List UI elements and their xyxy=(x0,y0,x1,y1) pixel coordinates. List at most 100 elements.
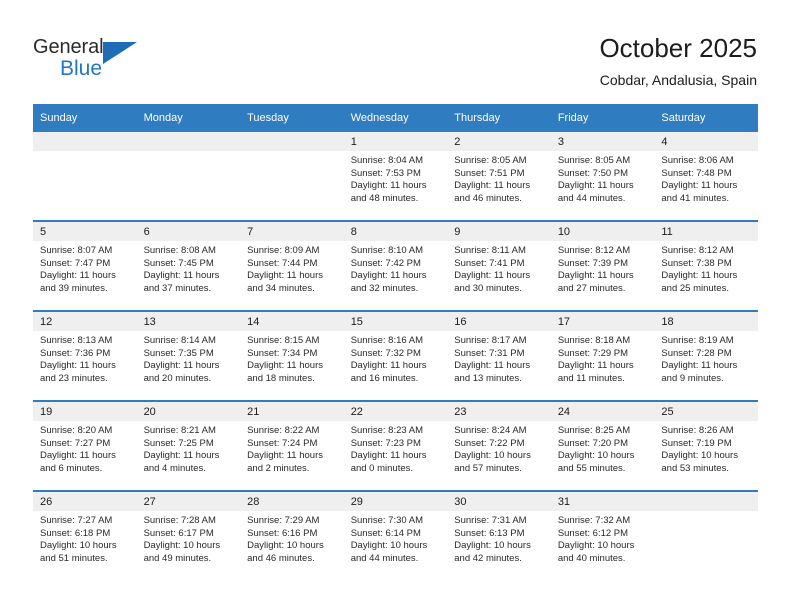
daylight-text: Daylight: 11 hours and 16 minutes. xyxy=(350,360,427,384)
daylight-text: Daylight: 10 hours and 40 minutes. xyxy=(557,540,635,564)
day-cell[interactable]: 7 Sunrise: 8:09 AM Sunset: 7:44 PM Daylight… xyxy=(240,220,344,311)
day-cell[interactable]: 14 Sunrise: 8:15 AM Sunset: 7:34 PM Dayligh… xyxy=(240,310,344,401)
day-number: 9 xyxy=(447,222,551,241)
sunset-text: Sunset: 7:20 PM xyxy=(557,437,629,449)
day-cell[interactable]: 6 Sunrise: 8:08 AM Sunset: 7:45 PM Daylight… xyxy=(136,220,241,311)
sunrise-text: Sunrise: 8:22 AM xyxy=(247,425,320,436)
day-cell[interactable]: 31 Sunrise: 7:32 AM Sunset: 6:12 PM Dayligh… xyxy=(550,490,655,580)
daylight-text: Daylight: 11 hours and 39 minutes. xyxy=(40,270,116,294)
day-cell[interactable]: 3 Sunrise: 8:05 AM Sunset: 7:50 PM Daylight… xyxy=(550,132,655,221)
day-number: 1 xyxy=(343,132,448,151)
day-cell[interactable]: 13 Sunrise: 8:14 AM Sunset: 7:35 PM Dayligh… xyxy=(136,310,241,401)
day-details: Sunrise: 8:12 AM Sunset: 7:39 PM Daylight:… xyxy=(551,241,655,295)
day-cell[interactable]: 16 Sunrise: 8:17 AM Sunset: 7:31 PM Dayligh… xyxy=(447,310,551,401)
sunrise-text: Sunrise: 8:15 AM xyxy=(247,335,320,346)
sunrise-text: Sunrise: 7:32 AM xyxy=(557,515,631,526)
day-cell-empty xyxy=(33,132,137,221)
sunrise-text: Sunrise: 7:29 AM xyxy=(247,515,320,526)
calendar-body: 1 Sunrise: 8:04 AM Sunset: 7:53 PM Daylight… xyxy=(33,132,758,580)
day-cell[interactable]: 28 Sunrise: 7:29 AM Sunset: 6:16 PM Dayligh… xyxy=(240,490,344,580)
daylight-text: Daylight: 11 hours and 18 minutes. xyxy=(247,360,323,384)
sunrise-text: Sunrise: 8:14 AM xyxy=(143,335,216,346)
day-details: Sunrise: 8:05 AM Sunset: 7:51 PM Daylight:… xyxy=(447,151,551,205)
calendar-week-row: 1 Sunrise: 8:04 AM Sunset: 7:53 PM Daylight… xyxy=(33,132,758,221)
day-details: Sunrise: 7:32 AM Sunset: 6:12 PM Daylight:… xyxy=(551,511,655,565)
daylight-text: Daylight: 11 hours and 46 minutes. xyxy=(454,180,531,204)
daylight-text: Daylight: 10 hours and 55 minutes. xyxy=(557,450,635,474)
day-number: 20 xyxy=(136,402,241,421)
sunrise-text: Sunrise: 8:20 AM xyxy=(40,425,113,436)
sunset-text: Sunset: 7:31 PM xyxy=(454,347,525,359)
sunset-text: Sunset: 7:41 PM xyxy=(454,257,525,269)
sunset-text: Sunset: 7:50 PM xyxy=(557,167,629,179)
day-number: 11 xyxy=(654,222,758,241)
day-number: 28 xyxy=(240,492,344,511)
brand-name-general: General xyxy=(33,36,104,58)
day-number: 6 xyxy=(136,222,241,241)
sunset-text: Sunset: 7:42 PM xyxy=(350,257,421,269)
daylight-text: Daylight: 10 hours and 51 minutes. xyxy=(40,540,117,564)
daylight-text: Daylight: 11 hours and 4 minutes. xyxy=(143,450,220,474)
day-details: Sunrise: 8:24 AM Sunset: 7:22 PM Daylight:… xyxy=(447,421,551,475)
day-number xyxy=(33,132,137,151)
day-cell[interactable]: 30 Sunrise: 7:31 AM Sunset: 6:13 PM Dayligh… xyxy=(447,490,551,580)
daylight-text: Daylight: 11 hours and 0 minutes. xyxy=(350,450,427,474)
day-cell[interactable]: 18 Sunrise: 8:19 AM Sunset: 7:28 PM Dayligh… xyxy=(654,310,758,401)
day-cell[interactable]: 22 Sunrise: 8:23 AM Sunset: 7:23 PM Dayligh… xyxy=(343,400,448,491)
day-number: 17 xyxy=(550,312,655,331)
day-cell[interactable]: 17 Sunrise: 8:18 AM Sunset: 7:29 PM Dayligh… xyxy=(550,310,655,401)
sunrise-text: Sunrise: 8:26 AM xyxy=(661,425,734,436)
day-details: Sunrise: 8:18 AM Sunset: 7:29 PM Daylight:… xyxy=(551,331,655,385)
title-block: October 2025 Cobdar, Andalusia, Spain xyxy=(599,32,757,90)
sunrise-text: Sunrise: 8:07 AM xyxy=(40,245,113,256)
day-cell[interactable]: 19 Sunrise: 8:20 AM Sunset: 7:27 PM Dayligh… xyxy=(33,400,137,491)
day-details: Sunrise: 7:29 AM Sunset: 6:16 PM Daylight:… xyxy=(240,511,344,565)
day-cell[interactable]: 4 Sunrise: 8:06 AM Sunset: 7:48 PM Daylight… xyxy=(654,132,758,221)
day-cell[interactable]: 23 Sunrise: 8:24 AM Sunset: 7:22 PM Dayligh… xyxy=(447,400,551,491)
calendar-header-row: Sunday Monday Tuesday Wednesday Thursday Frid… xyxy=(33,104,758,132)
calendar-week-row: 19 Sunrise: 8:20 AM Sunset: 7:27 PM Dayligh… xyxy=(33,400,758,491)
day-cell[interactable]: 9 Sunrise: 8:11 AM Sunset: 7:41 PM Daylight… xyxy=(447,220,551,311)
daylight-text: Daylight: 11 hours and 27 minutes. xyxy=(557,270,634,294)
sunset-text: Sunset: 7:35 PM xyxy=(143,347,214,359)
day-number: 5 xyxy=(33,222,137,241)
sunrise-text: Sunrise: 8:11 AM xyxy=(454,245,526,256)
day-cell[interactable]: 24 Sunrise: 8:25 AM Sunset: 7:20 PM Dayligh… xyxy=(550,400,655,491)
day-cell[interactable]: 29 Sunrise: 7:30 AM Sunset: 6:14 PM Dayligh… xyxy=(343,490,448,580)
day-cell[interactable]: 2 Sunrise: 8:05 AM Sunset: 7:51 PM Daylight… xyxy=(447,132,551,221)
day-number: 10 xyxy=(550,222,655,241)
day-number: 18 xyxy=(654,312,758,331)
day-details: Sunrise: 8:11 AM Sunset: 7:41 PM Daylight:… xyxy=(447,241,551,295)
daylight-text: Daylight: 11 hours and 48 minutes. xyxy=(350,180,427,204)
day-cell[interactable]: 8 Sunrise: 8:10 AM Sunset: 7:42 PM Daylight… xyxy=(343,220,448,311)
day-cell[interactable]: 10 Sunrise: 8:12 AM Sunset: 7:39 PM Dayligh… xyxy=(550,220,655,311)
day-cell[interactable]: 21 Sunrise: 8:22 AM Sunset: 7:24 PM Dayligh… xyxy=(240,400,344,491)
daylight-text: Daylight: 11 hours and 23 minutes. xyxy=(40,360,116,384)
daylight-text: Daylight: 11 hours and 44 minutes. xyxy=(557,180,634,204)
day-cell[interactable]: 12 Sunrise: 8:13 AM Sunset: 7:36 PM Dayligh… xyxy=(33,310,137,401)
page-title: October 2025 xyxy=(599,33,757,63)
day-number xyxy=(654,492,758,511)
sunset-text: Sunset: 7:44 PM xyxy=(247,257,318,269)
day-cell[interactable]: 20 Sunrise: 8:21 AM Sunset: 7:25 PM Dayligh… xyxy=(136,400,241,491)
day-cell[interactable]: 25 Sunrise: 8:26 AM Sunset: 7:19 PM Dayligh… xyxy=(654,400,758,491)
daylight-text: Daylight: 11 hours and 32 minutes. xyxy=(350,270,427,294)
triangle-icon xyxy=(103,42,137,64)
sunset-text: Sunset: 6:13 PM xyxy=(454,527,525,539)
brand-name-blue: Blue xyxy=(60,57,103,80)
sunrise-text: Sunrise: 7:28 AM xyxy=(143,515,216,526)
day-cell[interactable]: 1 Sunrise: 8:04 AM Sunset: 7:53 PM Daylight… xyxy=(343,132,448,221)
day-details: Sunrise: 8:14 AM Sunset: 7:35 PM Daylight:… xyxy=(137,331,241,385)
day-cell[interactable]: 27 Sunrise: 7:28 AM Sunset: 6:17 PM Dayligh… xyxy=(136,490,241,580)
day-cell-empty xyxy=(240,132,344,221)
sunset-text: Sunset: 7:29 PM xyxy=(557,347,629,359)
day-number xyxy=(136,132,241,151)
daylight-text: Daylight: 10 hours and 44 minutes. xyxy=(350,540,428,564)
brand-logo[interactable]: General Blue xyxy=(33,36,173,88)
day-cell[interactable]: 5 Sunrise: 8:07 AM Sunset: 7:47 PM Daylight… xyxy=(33,220,137,311)
daylight-text: Daylight: 10 hours and 42 minutes. xyxy=(454,540,531,564)
day-cell[interactable]: 11 Sunrise: 8:12 AM Sunset: 7:38 PM Dayligh… xyxy=(654,220,758,311)
day-details: Sunrise: 8:23 AM Sunset: 7:23 PM Daylight:… xyxy=(344,421,448,475)
day-cell[interactable]: 15 Sunrise: 8:16 AM Sunset: 7:32 PM Dayligh… xyxy=(343,310,448,401)
day-cell[interactable]: 26 Sunrise: 7:27 AM Sunset: 6:18 PM Dayligh… xyxy=(33,490,137,580)
